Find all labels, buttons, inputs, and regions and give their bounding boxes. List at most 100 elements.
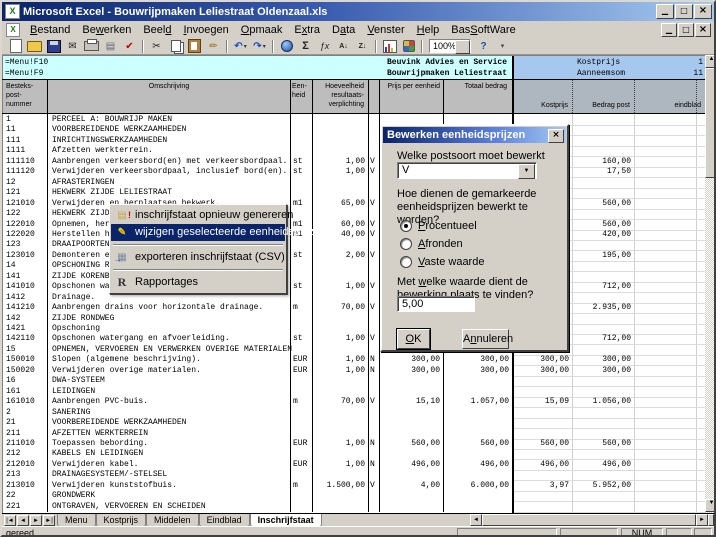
cell-kostprijs-label[interactable]: Kostprijs xyxy=(577,58,620,68)
last-sheet-icon[interactable] xyxy=(43,515,55,526)
scroll-up-button[interactable] xyxy=(705,55,716,68)
menu-item-beeld[interactable]: Beeld xyxy=(137,23,177,37)
redo-dropdown-icon[interactable]: ▾ xyxy=(263,43,266,50)
toolbar-undo-icon[interactable]: ↶▾ xyxy=(231,39,250,54)
cell-aanneemsom-label[interactable]: Aanneemsom xyxy=(577,69,625,79)
table-row[interactable]: 161010Aanbrengen PVC-buis.m70,00V15,101.… xyxy=(2,397,705,408)
doc-close-button[interactable] xyxy=(695,23,711,37)
table-row[interactable]: 21VOORBEREIDENDE WERKZAAMHEDEN xyxy=(2,418,705,429)
toolbar-copy-icon[interactable] xyxy=(166,39,185,54)
toolbar-help-icon[interactable]: ? xyxy=(474,39,493,54)
table-row[interactable]: 123DRAAIPOORTEN xyxy=(2,240,705,251)
toolbar-hyperlink-icon[interactable] xyxy=(277,39,296,54)
toolbar-print-preview-icon[interactable]: ▤ xyxy=(101,39,120,54)
cell-formula-1[interactable]: =Menu!F10 xyxy=(5,58,48,68)
table-row[interactable]: 1111Afzetten werkterrein. xyxy=(2,146,705,157)
cell-page-1[interactable]: 1 xyxy=(652,58,703,68)
table-row[interactable]: 141210Aanbrengen drains voor horizontale… xyxy=(2,303,705,314)
menu-item-invoegen[interactable]: Invoegen xyxy=(177,23,234,37)
toolbar-options-glyph: ▾ xyxy=(501,39,505,54)
vertical-scroll-thumb[interactable] xyxy=(705,68,716,178)
toolbar-sort-ascending-icon[interactable]: A↓ xyxy=(334,39,353,54)
horizontal-scroll-thumb[interactable] xyxy=(482,514,696,526)
chevron-down-icon[interactable] xyxy=(518,164,535,179)
radio-button[interactable] xyxy=(400,238,412,250)
cell-page-2[interactable]: 11 xyxy=(652,69,703,79)
toolbar-drawing-icon[interactable] xyxy=(399,39,418,54)
next-sheet-icon[interactable] xyxy=(30,515,42,526)
toolbar-sort-descending-icon[interactable]: Z↓ xyxy=(353,39,372,54)
table-row[interactable]: 221ONTGRAVEN, VERVOEREN EN SCHEIDEN xyxy=(2,502,705,513)
toolbar-print-icon[interactable] xyxy=(82,39,101,54)
table-row[interactable]: 122HEKWERK ZIJDE xyxy=(2,209,705,220)
toolbar-chart-wizard-icon[interactable] xyxy=(380,39,399,54)
context-menu-item[interactable]: Rapportages xyxy=(111,274,285,291)
radio-button[interactable] xyxy=(400,256,412,268)
table-row[interactable]: 14OPSCHONING RA xyxy=(2,261,705,272)
radio-button[interactable] xyxy=(400,220,412,232)
scroll-down-button[interactable] xyxy=(705,499,716,512)
cancel-button[interactable]: Annuleren xyxy=(462,329,509,349)
toolbar-format-painter-icon[interactable]: ✏ xyxy=(204,39,223,54)
table-row[interactable]: 213DRAINAGESYSTEEM/-STELSEL xyxy=(2,470,705,481)
previous-sheet-icon[interactable] xyxy=(17,515,29,526)
hscroll-right-button[interactable] xyxy=(696,514,708,526)
cell-company-1[interactable]: Beuvink Advies en Service xyxy=(307,58,507,68)
context-menu-item[interactable]: wijzigen geselecteerde eenheidsprijzen xyxy=(111,224,285,241)
cell-company-2[interactable]: Bouwrijpmaken Leliestraat xyxy=(307,69,507,79)
minimize-button[interactable] xyxy=(656,4,674,19)
tab-split-handle[interactable] xyxy=(708,514,714,526)
value-field[interactable]: 5,00 xyxy=(397,296,475,312)
menu-item-bassoftware[interactable]: BasSoftWare xyxy=(445,23,521,37)
table-row[interactable]: 16DWA-SYSTEEM xyxy=(2,376,705,387)
table-row[interactable]: 121HEKWERK ZIJDE LELIESTRAAT xyxy=(2,188,705,199)
context-menu-item[interactable]: exporteren inschrijfstaat (CSV) xyxy=(111,249,285,266)
toolbar-save-icon[interactable] xyxy=(44,39,63,54)
menu-item-bestand[interactable]: Bestand xyxy=(24,23,76,37)
context-menu-item[interactable]: inschrijfstaat opnieuw genereren xyxy=(111,207,285,224)
table-row[interactable]: 142110Opschonen watergang en afvoerleidi… xyxy=(2,334,705,345)
restore-button[interactable] xyxy=(675,4,693,19)
radio-option[interactable]: Afronden xyxy=(400,237,463,251)
zoom-dropdown-icon[interactable] xyxy=(455,40,470,54)
cell-formula-2[interactable]: =Menu!F9 xyxy=(5,69,43,79)
radio-option[interactable]: Procentueel xyxy=(400,219,477,233)
title-bar[interactable]: Microsoft Excel - Bouwrijpmaken Leliestr… xyxy=(2,2,714,21)
doc-minimize-button[interactable] xyxy=(661,23,677,37)
zoom-combo[interactable]: 100% xyxy=(429,39,471,53)
menu-item-venster[interactable]: Venster xyxy=(361,23,410,37)
menu-item-help[interactable]: Help xyxy=(411,23,446,37)
toolbar-spelling-icon[interactable]: ✔ xyxy=(120,39,139,54)
menu-item-data[interactable]: Data xyxy=(326,23,361,37)
toolbar-toolbar-options-icon[interactable]: ▾ xyxy=(493,39,512,54)
table-row[interactable]: 22GRONDWERK xyxy=(2,491,705,502)
toolbar-autosum-icon[interactable]: Σ xyxy=(296,39,315,54)
toolbar-paste-icon[interactable] xyxy=(185,39,204,54)
toolbar-cut-icon[interactable]: ✂ xyxy=(147,39,166,54)
cell-omschrijving: AFZETTEN WERKTERREIN xyxy=(52,429,148,439)
table-row[interactable]: 111120Verwijderen verkeersbordpaal, incl… xyxy=(2,167,705,178)
ok-button[interactable]: OK xyxy=(397,329,430,349)
postsoort-combobox[interactable]: V xyxy=(397,162,537,179)
toolbar-redo-icon[interactable]: ↷▾ xyxy=(250,39,269,54)
menu-item-bewerken[interactable]: Bewerken xyxy=(76,23,137,37)
first-sheet-icon[interactable] xyxy=(4,515,16,526)
radio-option[interactable]: Vaste waarde xyxy=(400,255,484,269)
toolbar-paste-function-icon[interactable]: ƒx xyxy=(315,39,334,54)
dialog-close-icon[interactable] xyxy=(548,129,564,143)
menu-item-extra[interactable]: Extra xyxy=(288,23,326,37)
toolbar-open-icon[interactable] xyxy=(25,39,44,54)
table-row[interactable]: 150010Slopen (algemene beschrijving).EUR… xyxy=(2,355,705,366)
cell-nummer: 150020 xyxy=(6,366,35,376)
dialog-title-bar[interactable]: Bewerken eenheidsprijzen xyxy=(383,127,566,143)
undo-dropdown-icon[interactable]: ▾ xyxy=(244,43,247,50)
doc-restore-button[interactable] xyxy=(678,23,694,37)
table-row[interactable]: 212KABELS EN LEIDINGEN xyxy=(2,449,705,460)
close-button[interactable] xyxy=(694,4,712,19)
hscroll-left-button[interactable] xyxy=(470,514,482,526)
toolbar-mail-icon[interactable]: ✉ xyxy=(63,39,82,54)
toolbar-new-icon[interactable] xyxy=(6,39,25,54)
table-row[interactable]: 11VOORBEREIDENDE WERKZAAMHEDEN xyxy=(2,125,705,136)
menu-item-opmaak[interactable]: Opmaak xyxy=(235,23,289,37)
table-row[interactable]: 141010Opschonen watst1,00V712,00 xyxy=(2,282,705,293)
